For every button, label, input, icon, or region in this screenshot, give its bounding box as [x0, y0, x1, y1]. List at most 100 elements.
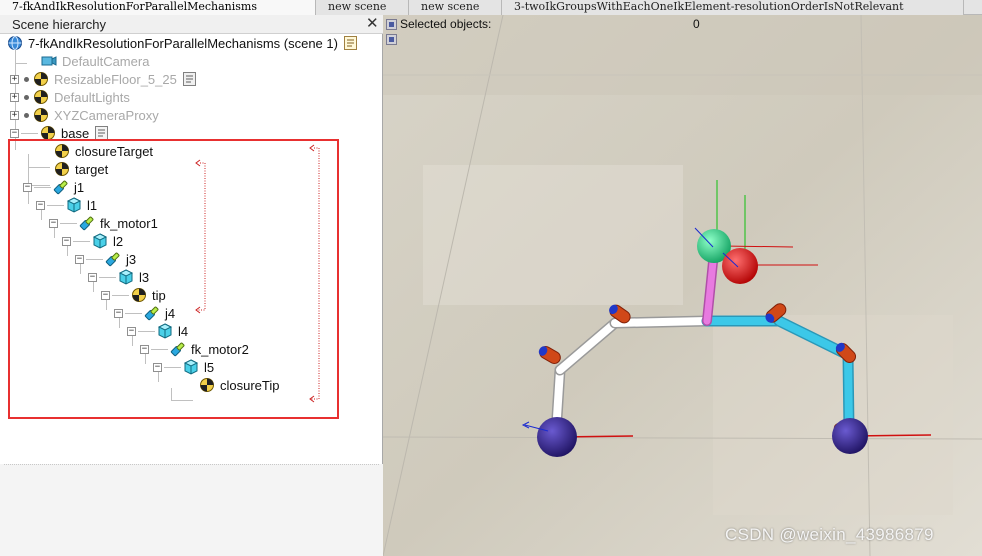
tree-item-defaultlights[interactable]: + DefaultLights — [10, 88, 130, 106]
tree-item-l5[interactable]: − l5 — [153, 358, 214, 376]
tree-item-label: tip — [152, 287, 166, 303]
selection-info-bar: Selected objects: — [383, 16, 491, 32]
dummy-icon — [132, 288, 146, 302]
tree-branch — [99, 276, 116, 278]
collapse-icon[interactable]: − — [49, 218, 58, 228]
collapse-icon[interactable]: − — [127, 326, 136, 336]
tree-item-l2[interactable]: − l2 — [62, 232, 123, 250]
floor-patch — [423, 165, 683, 305]
tree-item-label: l3 — [139, 269, 150, 285]
tree-item-label: DefaultLights — [54, 89, 130, 105]
script-icon[interactable] — [182, 72, 196, 86]
tree-item-label: l1 — [87, 197, 98, 213]
tree-line — [15, 63, 27, 64]
tree-item-xyzcameraproxy[interactable]: + XYZCameraProxy — [10, 106, 159, 124]
tree-item-label: base — [61, 125, 90, 141]
tree-item-label: ResizableFloor_5_25 — [54, 71, 177, 87]
tree-item-j3[interactable]: − j3 — [75, 250, 136, 268]
joint-icon — [144, 306, 159, 321]
scene-root-label: 7-fkAndIkResolutionForParallelMechanisms… — [28, 35, 338, 51]
script-icon[interactable] — [343, 36, 357, 50]
model-dot-icon — [24, 94, 29, 100]
collapse-icon[interactable]: − — [36, 200, 45, 210]
hierarchy-empty-area[interactable] — [0, 464, 383, 556]
dummy-icon — [41, 126, 55, 140]
collapse-icon[interactable]: − — [114, 308, 123, 318]
tree-item-base[interactable]: − base — [10, 124, 109, 142]
collapse-icon[interactable]: − — [140, 344, 149, 354]
tree-item-label: fk_motor2 — [191, 341, 249, 357]
tree-item-fk-motor1[interactable]: − fk_motor1 — [49, 214, 158, 232]
arrowhead-icon — [309, 144, 315, 152]
tree-branch — [151, 348, 168, 350]
dummy-icon — [200, 378, 214, 392]
tree-item-label: closureTip — [220, 377, 280, 393]
collapse-icon[interactable]: − — [23, 182, 32, 192]
selection-info-button[interactable] — [386, 34, 397, 45]
shape-icon — [157, 323, 173, 339]
base-sphere-left — [537, 417, 577, 457]
scene-tab-bar: 7-fkAndIkResolutionForParallelMechanisms… — [0, 0, 982, 15]
tree-item-tip[interactable]: − tip — [101, 286, 166, 304]
expand-icon[interactable]: + — [10, 74, 19, 84]
collapse-icon[interactable]: − — [62, 236, 71, 246]
collapse-icon[interactable]: − — [75, 254, 84, 264]
tree-item-label: fk_motor1 — [100, 215, 158, 231]
close-icon[interactable]: ✕ — [366, 16, 379, 32]
tree-item-defaultcamera[interactable]: DefaultCamera — [41, 52, 149, 70]
scene-tab[interactable]: 3-twoIkGroupsWithEachOneIkElement-resolu… — [502, 0, 964, 15]
expand-icon[interactable]: + — [10, 92, 19, 102]
selection-toggle-button[interactable] — [386, 18, 397, 30]
dummy-icon — [55, 144, 69, 158]
tab-bar-filler — [964, 0, 982, 14]
shape-icon — [92, 233, 108, 249]
tree-line — [171, 400, 193, 401]
arrowhead-icon — [195, 159, 201, 167]
scene-tab[interactable]: new scene — [316, 0, 409, 15]
scene-tab[interactable]: new scene — [409, 0, 502, 15]
model-dot-icon — [24, 112, 29, 118]
tree-item-l1[interactable]: − l1 — [36, 196, 97, 214]
tree-item-label: j1 — [74, 179, 85, 195]
scene-3d-view[interactable]: Selected objects: 0 CSDN @weixin_4398687… — [383, 15, 982, 556]
camera-icon — [41, 56, 57, 66]
tree-item-closuretarget[interactable]: closureTarget — [54, 142, 153, 160]
shape-icon — [183, 359, 199, 375]
tree-branch — [60, 222, 77, 224]
expand-icon[interactable]: + — [10, 110, 19, 120]
tree-item-j1[interactable]: − j1 — [23, 178, 84, 196]
dummy-icon — [55, 162, 69, 176]
panel-resize-grip[interactable] — [4, 464, 379, 465]
tree-root[interactable]: 7-fkAndIkResolutionForParallelMechanisms… — [7, 34, 357, 52]
ik-link-closure — [310, 147, 320, 400]
watermark-text: CSDN @weixin_43986879 — [725, 525, 934, 544]
collapse-icon[interactable]: − — [153, 362, 162, 372]
tree-item-closuretip[interactable]: closureTip — [199, 376, 279, 394]
shape-icon — [66, 197, 82, 213]
tree-item-fk-motor2[interactable]: − fk_motor2 — [140, 340, 249, 358]
tree-item-l4[interactable]: − l4 — [127, 322, 188, 340]
joint-icon — [105, 252, 120, 267]
script-icon[interactable] — [95, 126, 109, 140]
dummy-icon — [34, 72, 48, 86]
tree-item-l3[interactable]: − l3 — [88, 268, 149, 286]
tree-item-j4[interactable]: − j4 — [114, 304, 175, 322]
tree-item-target[interactable]: target — [54, 160, 108, 178]
collapse-icon[interactable]: − — [101, 290, 110, 300]
tree-branch — [21, 132, 38, 134]
tree-item-resizablefloor[interactable]: + ResizableFloor_5_25 — [10, 70, 196, 88]
joint-icon — [170, 342, 185, 357]
tree-branch — [138, 330, 155, 332]
ik-link-target-tip — [196, 162, 206, 311]
scene-globe-icon — [8, 36, 22, 50]
tree-item-label: l4 — [178, 323, 189, 339]
selected-objects-count: 0 — [693, 17, 700, 31]
collapse-icon[interactable]: − — [88, 272, 97, 282]
scene-tab-active[interactable]: 7-fkAndIkResolutionForParallelMechanisms — [0, 0, 316, 15]
scene-render — [383, 15, 982, 556]
tree-branch — [73, 240, 90, 242]
collapse-icon[interactable]: − — [10, 128, 19, 138]
tree-line — [171, 388, 172, 400]
tree-item-label: closureTarget — [75, 143, 154, 159]
tree-branch — [47, 204, 64, 206]
